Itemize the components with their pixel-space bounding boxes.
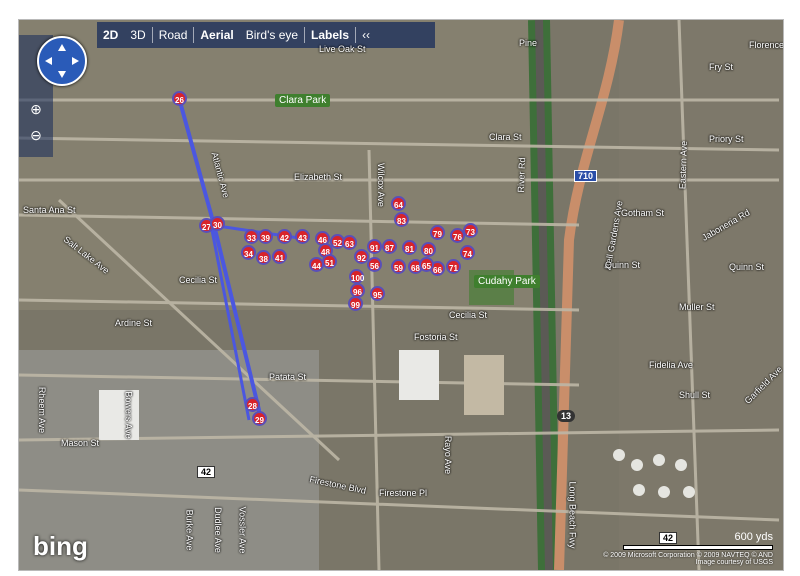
street-label: Bowers Ave — [123, 391, 134, 439]
labels-toggle[interactable]: Labels — [305, 28, 355, 42]
street-label: Muller St — [679, 302, 715, 312]
pan-compass-icon[interactable] — [37, 36, 87, 86]
bing-logo: bing — [33, 531, 88, 561]
street-label: Elizabeth St — [294, 172, 343, 182]
map-pin[interactable]: 38 — [256, 250, 271, 265]
map-pin[interactable]: 73 — [463, 223, 478, 238]
map-pin[interactable]: 29 — [252, 411, 267, 426]
street-label: Pine — [519, 38, 538, 48]
street-label: Fostoria St — [414, 332, 458, 342]
map-pin[interactable]: 51 — [322, 254, 337, 269]
map-pin[interactable]: 43 — [295, 229, 310, 244]
street-label: Patata St — [269, 372, 307, 382]
street-label: Mason St — [61, 438, 100, 448]
mode-2d-button[interactable]: 2D — [97, 28, 124, 42]
map-pin[interactable]: 81 — [402, 240, 417, 255]
zoom-out-icon[interactable]: ⊖ — [27, 126, 45, 144]
scale-bar: 600 yds — [623, 531, 773, 550]
map-frame[interactable]: 2D 3D Road Aerial Bird's eye Labels ‹‹ ⊕… — [18, 19, 784, 571]
map-pin[interactable]: 100 — [349, 269, 364, 284]
map-pin[interactable]: 79 — [430, 225, 445, 240]
street-label: Vossler Ave — [237, 506, 248, 554]
street-label: Rheem Ave — [37, 386, 48, 434]
street-label: Burke Ave — [184, 509, 195, 551]
street-label: Long Beach Fwy — [567, 481, 578, 549]
map-pin[interactable]: 34 — [241, 245, 256, 260]
street-label: Rayo Ave — [443, 435, 454, 475]
street-label: Live Oak St — [319, 44, 366, 54]
map-pin[interactable]: 87 — [382, 239, 397, 254]
street-label: Ardine St — [115, 318, 153, 328]
map-pin[interactable]: 83 — [394, 212, 409, 227]
street-label: Wilcox Ave — [375, 163, 386, 207]
street-label: Florence — [749, 40, 784, 50]
street-label: Fidelia Ave — [649, 360, 693, 370]
map-pin[interactable]: 74 — [460, 245, 475, 260]
street-label: Gotham St — [621, 208, 665, 218]
route-42-shield-icon: 42 — [197, 466, 216, 478]
street-label: Quinn St — [605, 260, 641, 270]
park-label: Clara Park — [275, 94, 331, 107]
zoom-in-icon[interactable]: ⊕ — [27, 100, 45, 118]
copyright-text: © 2009 Microsoft Corporation © 2009 NAVT… — [603, 552, 773, 566]
map-pin[interactable]: 80 — [421, 242, 436, 257]
map-pin[interactable]: 26 — [172, 91, 187, 106]
map-toolbar: 2D 3D Road Aerial Bird's eye Labels ‹‹ — [97, 22, 435, 48]
copyright-line: © 2009 Microsoft Corporation © 2009 NAVT… — [603, 552, 773, 559]
street-label: Quinn St — [729, 262, 765, 272]
street-label: Firestone Pl — [379, 488, 428, 498]
map-pin[interactable]: 28 — [245, 397, 260, 412]
map-pin[interactable]: 64 — [391, 196, 406, 211]
map-pin[interactable]: 71 — [446, 259, 461, 274]
map-pin[interactable]: 76 — [450, 228, 465, 243]
street-label: Eastern Ave — [677, 140, 690, 190]
map-pin[interactable]: 30 — [210, 216, 225, 231]
aerial-view-button[interactable]: Aerial — [194, 28, 239, 42]
park-label: Cudahy Park — [474, 275, 540, 288]
exit-13-marker-icon: 13 — [557, 410, 576, 422]
street-label: Priory St — [709, 134, 744, 144]
street-label: Clara St — [489, 132, 522, 142]
birds-eye-button[interactable]: Bird's eye — [240, 28, 304, 42]
mode-3d-button[interactable]: 3D — [124, 28, 151, 42]
map-pin[interactable]: 41 — [272, 249, 287, 264]
interstate-710-shield-icon: 710 — [574, 170, 598, 182]
copyright-line: Image courtesy of USGS — [695, 559, 773, 566]
street-label: Fry St — [709, 62, 733, 72]
map-pin[interactable]: 95 — [370, 286, 385, 301]
map-pin[interactable]: 59 — [391, 259, 406, 274]
street-label: Santa Ana St — [23, 205, 76, 215]
map-pin[interactable]: 99 — [348, 296, 363, 311]
scale-line — [623, 545, 773, 550]
map-pin[interactable]: 42 — [277, 229, 292, 244]
collapse-toolbar-button[interactable]: ‹‹ — [356, 28, 376, 42]
street-label: River Rd — [515, 157, 528, 193]
street-label: Cecilia St — [449, 310, 488, 320]
street-label: Cecilia St — [179, 275, 218, 285]
map-pin[interactable]: 56 — [367, 257, 382, 272]
map-pin[interactable]: 63 — [342, 235, 357, 250]
scale-label: 600 yds — [734, 531, 773, 543]
map-pin[interactable]: 44 — [309, 257, 324, 272]
map-pin[interactable]: 91 — [367, 239, 382, 254]
street-label: Dudlee Ave — [212, 507, 223, 553]
road-view-button[interactable]: Road — [153, 28, 194, 42]
street-label: Shull St — [679, 390, 711, 400]
map-pin[interactable]: 65 — [419, 257, 434, 272]
map-pin[interactable]: 39 — [258, 229, 273, 244]
map-pin[interactable]: 33 — [244, 229, 259, 244]
